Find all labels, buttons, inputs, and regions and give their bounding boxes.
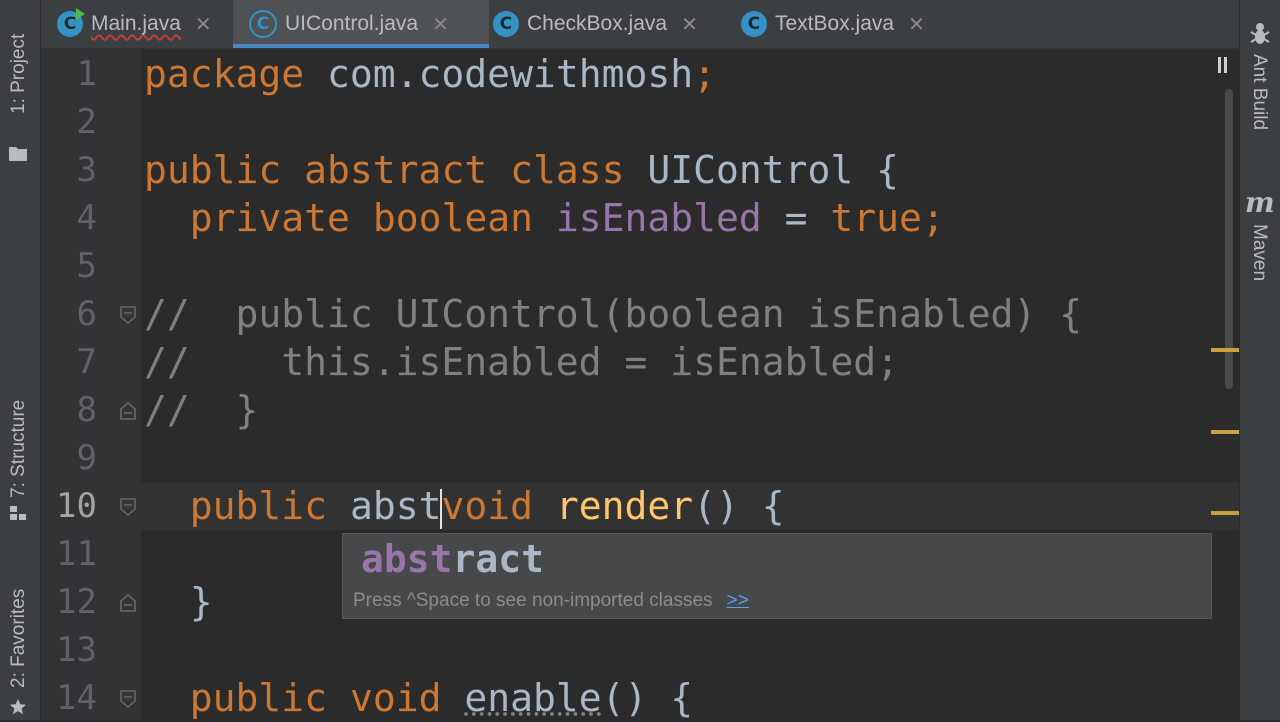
run-badge-icon [76, 8, 85, 20]
line-gutter: 1 2 3 4 5 6 7 8 9 10 11 12 13 14 [41, 49, 141, 720]
fold-open-icon[interactable] [118, 689, 138, 709]
line-number-current: 10 [56, 486, 97, 526]
completion-item-abstract[interactable]: abstract [343, 534, 1211, 582]
warning-marker[interactable] [1211, 430, 1239, 434]
tab-label: UIControl.java [285, 12, 419, 35]
class-icon: C [741, 11, 767, 37]
ant-build-tab-label: Ant Build [1249, 54, 1270, 131]
line-number: 8 [76, 390, 97, 430]
vertical-scrollbar[interactable] [1225, 89, 1233, 389]
code-line-10: public abstvoid render() { [189, 484, 785, 529]
completion-popup: abstract Press ^Space to see non-importe… [342, 533, 1212, 619]
code-line-7-comment: // this.isEnabled = isEnabled; [144, 340, 899, 384]
project-tool-tab[interactable]: 1: Project [0, 20, 40, 161]
line-number: 2 [76, 102, 97, 142]
line-number: 12 [56, 582, 97, 622]
editor-tab-bar: C Main.java ✕ C UIControl.java ✕ C Check… [41, 0, 1239, 49]
code-line-1: package com.codewithmosh; [144, 52, 716, 96]
line-number: 9 [76, 438, 97, 478]
structure-icon [10, 506, 26, 520]
line-number: 4 [76, 198, 97, 238]
ant-build-tool-tab[interactable]: Ant Build [1240, 20, 1280, 160]
structure-tab-label: 7: Structure [8, 399, 29, 498]
code-line-3: public abstract class UIControl { [144, 148, 900, 192]
line-number: 11 [56, 534, 97, 574]
project-tab-label: 1: Project [8, 33, 29, 114]
typed-text: abst [349, 484, 442, 528]
code-line-4: private boolean isEnabled = true; [189, 196, 945, 240]
structure-tool-tab[interactable]: 7: Structure [0, 370, 40, 530]
right-tool-strip: Ant Build m Maven [1239, 0, 1280, 720]
warning-marker[interactable] [1211, 511, 1239, 515]
fold-close-icon[interactable] [118, 593, 138, 613]
line-number: 6 [76, 294, 97, 334]
tab-checkbox-java[interactable]: C CheckBox.java ✕ [475, 0, 739, 48]
fold-close-icon[interactable] [118, 401, 138, 421]
warning-marker[interactable] [1211, 348, 1239, 352]
code-editor[interactable]: 1 2 3 4 5 6 7 8 9 10 11 12 13 14 package… [41, 49, 1239, 720]
class-run-icon: C [57, 8, 85, 37]
tab-label: Main.java [91, 12, 181, 35]
close-icon[interactable]: ✕ [908, 12, 925, 37]
star-icon [9, 698, 27, 715]
fold-open-icon[interactable] [118, 305, 138, 325]
completion-suggestion: abstract [361, 537, 545, 581]
class-icon: C [493, 11, 519, 37]
line-number: 7 [76, 342, 97, 382]
close-icon[interactable]: ✕ [681, 12, 698, 37]
close-icon[interactable]: ✕ [195, 12, 212, 37]
code-line-14: public void enable() { [189, 676, 694, 720]
code-line-12: } [189, 580, 213, 624]
completion-hint: Press ^Space to see non-imported classes… [353, 590, 749, 611]
folder-icon [9, 147, 27, 161]
code-line-8-comment: // } [144, 388, 259, 432]
maven-tool-tab[interactable]: m Maven [1240, 186, 1280, 300]
left-tool-strip: 1: Project 7: Structure 2: Favorites [0, 0, 41, 720]
ant-icon [1250, 23, 1270, 44]
maven-tab-label: Maven [1249, 224, 1270, 282]
tab-uicontrol-java[interactable]: C UIControl.java ✕ [233, 0, 489, 48]
line-number: 1 [76, 54, 97, 94]
line-number: 14 [56, 678, 97, 718]
abstract-class-icon: C [249, 10, 277, 38]
maven-icon: m [1245, 186, 1275, 219]
code-line-6-comment: // public UIControl(boolean isEnabled) { [144, 292, 1082, 336]
tab-main-java[interactable]: C Main.java ✕ [41, 0, 247, 48]
line-number: 5 [76, 246, 97, 286]
tab-textbox-java[interactable]: C TextBox.java ✕ [723, 0, 971, 48]
favorites-tab-label: 2: Favorites [8, 588, 29, 688]
close-icon[interactable]: ✕ [432, 12, 449, 37]
line-number: 13 [56, 630, 97, 670]
fold-open-icon[interactable] [118, 497, 138, 517]
line-number: 3 [76, 150, 97, 190]
tab-label: CheckBox.java [527, 12, 668, 35]
favorites-tool-tab[interactable]: 2: Favorites [0, 570, 40, 720]
more-link[interactable]: >> [727, 590, 749, 611]
tab-label: TextBox.java [775, 12, 895, 35]
pause-icon[interactable] [1217, 57, 1229, 73]
